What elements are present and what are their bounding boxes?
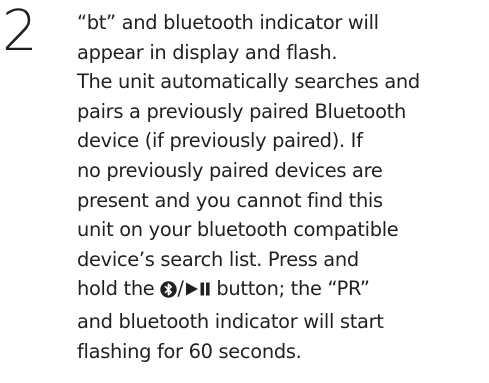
- step-number: 2: [2, 0, 38, 64]
- instruction-text: “bt” and bluetooth indicator will appear…: [77, 8, 487, 366]
- instruction-line: device (if previously paired). If: [77, 129, 363, 153]
- instruction-line: present and you cannot find this: [77, 188, 383, 212]
- instruction-line: and bluetooth indicator will start: [77, 309, 384, 333]
- bluetooth-icon: [160, 277, 178, 307]
- instruction-line: The unit automatically searches and: [77, 70, 420, 94]
- press-line-prefix: hold the: [77, 277, 161, 301]
- instruction-line: no previously paired devices are: [77, 158, 383, 182]
- instruction-line: appear in display and flash.: [77, 40, 338, 64]
- play-pause-icon: [185, 276, 211, 306]
- instruction-line: device’s search list. Press and: [77, 247, 359, 271]
- instruction-line: “bt” and bluetooth indicator will: [77, 11, 379, 34]
- instruction-line: unit on your bluetooth compatible: [77, 218, 399, 242]
- press-line-suffix: button; the “PR”: [210, 277, 370, 301]
- instruction-line: pairs a previously paired Bluetooth: [77, 99, 406, 123]
- instruction-line: flashing for 60 seconds.: [77, 339, 302, 363]
- press-line-separator: /: [177, 277, 184, 301]
- press-and-hold-line: hold the / button; the “PR”: [77, 274, 487, 307]
